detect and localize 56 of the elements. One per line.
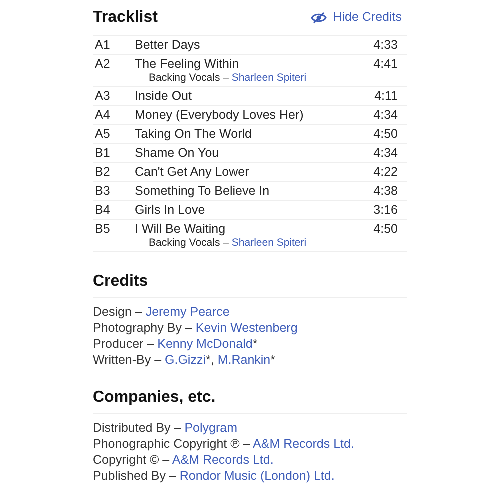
track-credit: Backing Vocals – Sharleen Spiteri (148, 237, 308, 249)
company-line: Published By – Rondor Music (London) Ltd. (93, 468, 336, 484)
track-credit: Backing Vocals – Sharleen Spiteri (148, 72, 308, 84)
track-duration: 4:34 (372, 109, 398, 122)
hide-credits-button[interactable]: Hide Credits (311, 8, 402, 27)
track-position: A5 (95, 128, 112, 141)
credit-line: Photography By – Kevin Westenberg (93, 320, 299, 336)
name-link[interactable]: Rondor Music (London) Ltd. (180, 469, 335, 483)
track-position: B3 (95, 185, 112, 198)
track-duration: 4:50 (372, 223, 398, 238)
track-title: The Feeling Within (135, 58, 240, 71)
track-title: Inside Out (135, 90, 193, 103)
track-duration: 4:34 (372, 147, 398, 160)
track-title: Girls In Love (135, 204, 206, 217)
track-title: I Will Be Waiting (135, 223, 227, 236)
credit-line: Written-By – G.Gizzi*, M.Rankin* (93, 352, 276, 368)
track-duration: 4:38 (372, 185, 398, 198)
track-title: Better Days (135, 39, 202, 52)
name-link[interactable]: Kenny McDonald (158, 337, 253, 351)
track-position: B1 (95, 147, 112, 160)
name-link[interactable]: Jeremy Pearce (146, 305, 230, 319)
section-heading: Tracklist (93, 8, 158, 28)
track-position: B5 (95, 223, 112, 238)
track-title: Can't Get Any Lower (135, 166, 250, 179)
section-heading: Credits (93, 272, 148, 292)
track-duration: 3:16 (372, 204, 398, 217)
track-position: A1 (95, 39, 112, 52)
artist-link[interactable]: Sharleen Spiteri (232, 72, 307, 84)
eye-slash-icon (311, 12, 328, 24)
company-line: Phonographic Copyright ℗ – A&M Records Ltd. (93, 436, 356, 452)
track-duration: 4:41 (372, 58, 398, 73)
track-title: Something To Believe In (135, 185, 271, 198)
section-heading: Companies, etc. (93, 388, 216, 408)
track-duration: 4:50 (372, 128, 398, 141)
name-link[interactable]: Polygram (184, 421, 238, 435)
name-link[interactable]: Kevin Westenberg (196, 321, 298, 335)
name-link[interactable]: M.Rankin (218, 353, 271, 367)
name-link[interactable]: G.Gizzi (165, 353, 206, 367)
name-link[interactable]: A&M Records Ltd. (253, 437, 354, 451)
track-position: B2 (95, 166, 112, 179)
artist-link[interactable]: Sharleen Spiteri (232, 237, 307, 249)
track-duration: 4:11 (374, 90, 398, 103)
track-position: A4 (95, 109, 112, 122)
credit-line: Producer – Kenny McDonald* (93, 336, 259, 352)
track-position: B4 (95, 204, 112, 217)
track-title: Money (Everybody Loves Her) (135, 109, 305, 122)
name-link[interactable]: A&M Records Ltd. (172, 453, 274, 467)
track-position: A3 (95, 90, 112, 103)
track-duration: 4:22 (372, 166, 398, 179)
track-title: Taking On The World (135, 128, 253, 141)
credit-line: Design – Jeremy Pearce (93, 304, 231, 320)
track-position: A2 (95, 58, 112, 73)
track-duration: 4:33 (372, 39, 398, 52)
company-line: Distributed By – Polygram (93, 420, 239, 436)
company-line: Copyright © – A&M Records Ltd. (93, 452, 275, 468)
track-title: Shame On You (135, 147, 220, 160)
